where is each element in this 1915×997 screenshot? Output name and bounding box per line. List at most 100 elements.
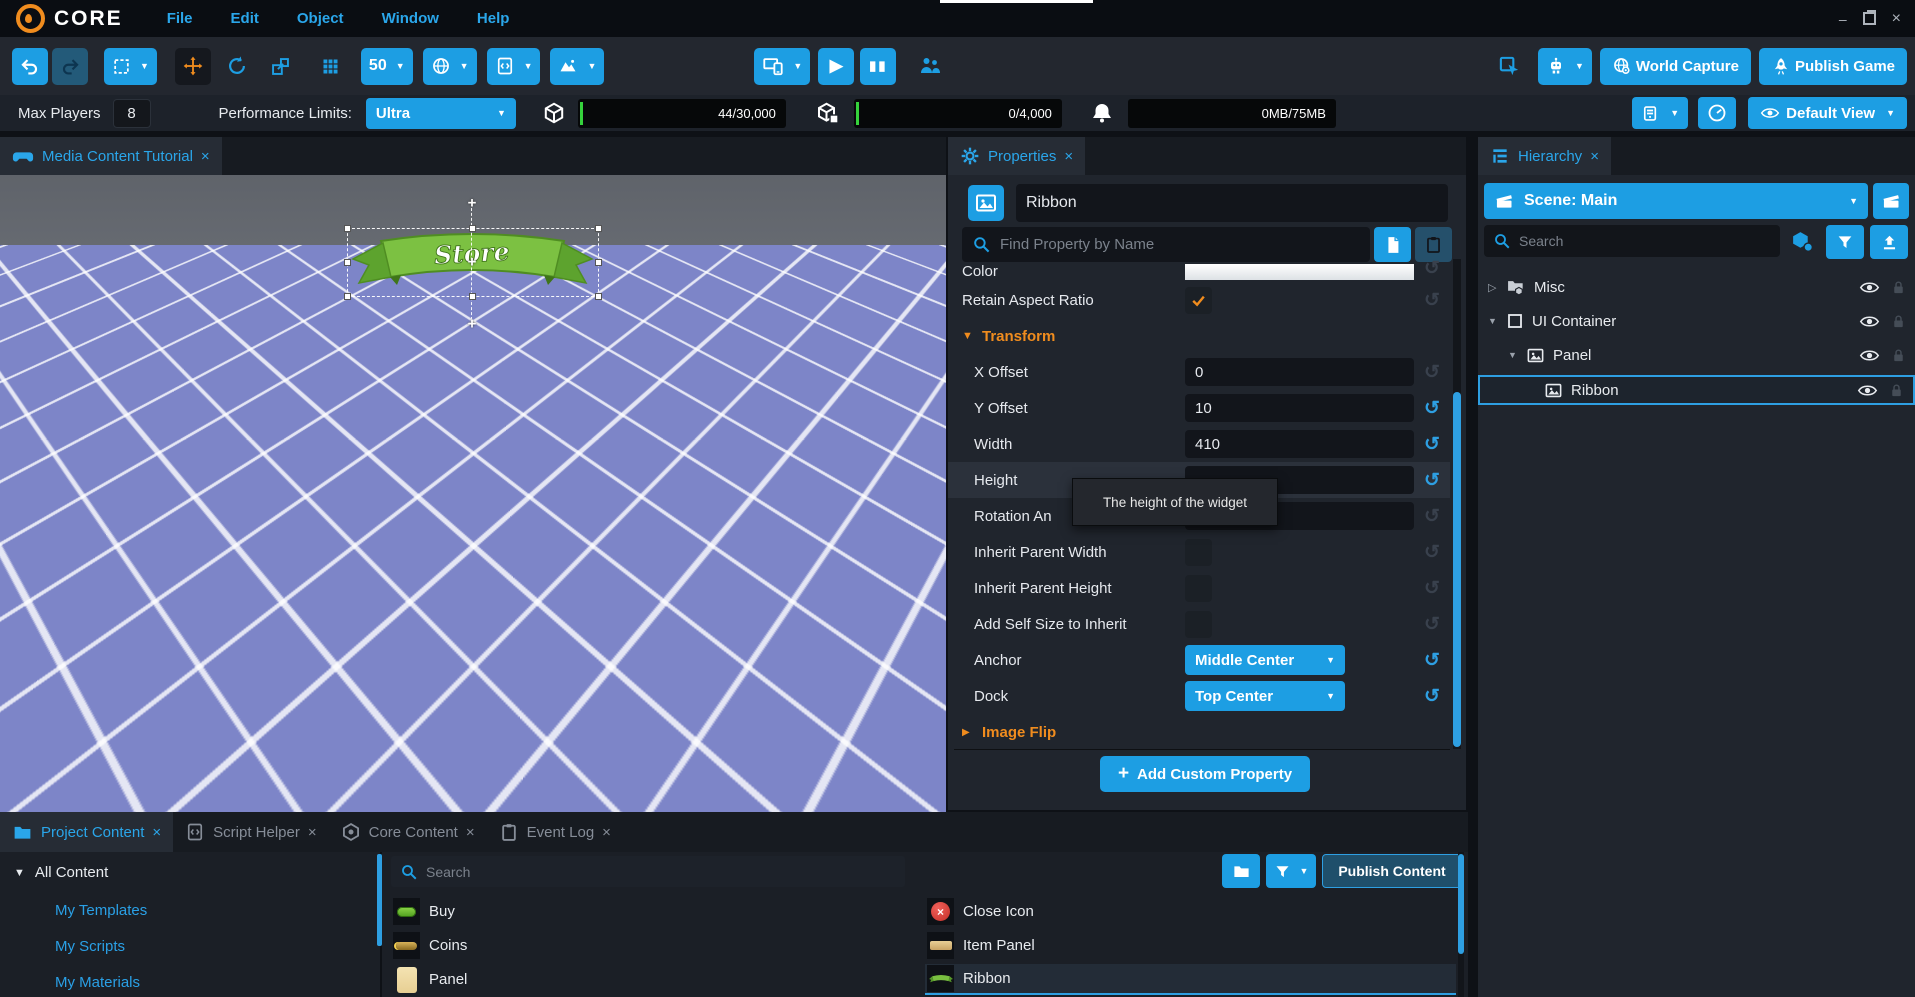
properties-scrollbar-thumb[interactable] <box>1453 392 1461 747</box>
close-tab-icon[interactable]: × <box>308 824 317 841</box>
redo-button[interactable] <box>52 48 88 85</box>
visibility-eye-icon[interactable] <box>1859 277 1880 298</box>
new-folder-button[interactable] <box>1222 854 1260 888</box>
selection-handle[interactable] <box>595 259 602 266</box>
copy-properties-button[interactable] <box>1374 227 1411 262</box>
reset-icon[interactable]: ↺ <box>1414 649 1450 672</box>
bot-dropdown[interactable]: ▼ <box>1538 48 1592 85</box>
content-scrollbar-thumb[interactable] <box>1458 854 1464 954</box>
object-name-field[interactable]: Ribbon <box>1016 184 1448 222</box>
paste-properties-button[interactable] <box>1415 227 1452 262</box>
performance-limits-dropdown[interactable]: Ultra▼ <box>366 98 516 129</box>
visibility-eye-icon[interactable] <box>1857 380 1878 401</box>
close-tab-icon[interactable]: × <box>152 824 161 841</box>
reset-icon[interactable]: ↺ <box>1414 613 1450 636</box>
store-panel-widget[interactable] <box>289 271 659 708</box>
tab-core-content[interactable]: Core Content × <box>329 812 487 852</box>
asset-item-panel[interactable]: Item Panel <box>925 930 1456 961</box>
color-swatch[interactable] <box>1185 264 1414 280</box>
reset-icon[interactable]: ↺ <box>1414 397 1450 420</box>
inherit-parent-height-checkbox[interactable] <box>1185 575 1212 602</box>
tree-my-materials[interactable]: My Materials <box>55 974 140 991</box>
visibility-eye-icon[interactable] <box>1859 345 1880 366</box>
add-self-size-checkbox[interactable] <box>1185 611 1212 638</box>
tree-node-misc[interactable]: ▷ Misc <box>1478 273 1915 301</box>
tab-properties[interactable]: Properties × <box>948 137 1085 175</box>
reset-icon[interactable]: ↺ <box>1414 577 1450 600</box>
multiplayer-preview-mode-dropdown[interactable]: ▼ <box>1632 97 1688 129</box>
menu-edit[interactable]: Edit <box>231 10 259 27</box>
reset-icon[interactable]: ↺ <box>1414 259 1450 280</box>
network-context-icon[interactable] <box>1790 229 1815 254</box>
grid-snap-button[interactable] <box>313 48 349 85</box>
content-filter-dropdown[interactable]: ▼ <box>1266 854 1316 888</box>
selection-handle[interactable] <box>344 293 351 300</box>
close-tab-icon[interactable]: × <box>1064 148 1073 165</box>
asset-coins[interactable]: Coins <box>391 930 921 961</box>
screenshot-mode-button[interactable] <box>1492 48 1528 85</box>
tree-node-ribbon[interactable]: Ribbon <box>1478 375 1915 405</box>
performance-panel-button[interactable] <box>1698 97 1736 129</box>
add-custom-property-button[interactable]: + Add Custom Property <box>1100 756 1310 792</box>
asset-buy[interactable]: Buy <box>391 896 921 927</box>
undo-button[interactable] <box>12 48 48 85</box>
inherit-parent-width-checkbox[interactable] <box>1185 539 1212 566</box>
section-transform[interactable]: ▼ Transform <box>948 318 1450 354</box>
lock-icon[interactable] <box>1890 313 1907 330</box>
close-tab-icon[interactable]: × <box>201 148 210 165</box>
publish-game-button[interactable]: Publish Game <box>1759 48 1907 85</box>
view-mode-dropdown[interactable]: Default View▼ <box>1748 97 1907 129</box>
property-search-input[interactable]: Find Property by Name <box>962 227 1370 262</box>
move-tool-button[interactable] <box>175 48 211 85</box>
scene-selector-dropdown[interactable]: Scene: Main ▼ <box>1484 183 1868 219</box>
world-capture-button[interactable]: World Capture <box>1600 48 1751 85</box>
close-tab-icon[interactable]: × <box>466 824 475 841</box>
lock-icon[interactable] <box>1888 382 1905 399</box>
scale-tool-button[interactable] <box>263 48 299 85</box>
hierarchy-filter-button[interactable] <box>1826 225 1864 259</box>
asset-panel[interactable]: Panel <box>391 964 921 995</box>
retain-aspect-checkbox[interactable] <box>1185 287 1212 314</box>
reset-icon[interactable]: ↺ <box>1414 433 1450 456</box>
menu-help[interactable]: Help <box>477 10 510 27</box>
expander-expanded-icon[interactable]: ▼ <box>1488 316 1502 326</box>
preview-device-dropdown[interactable]: ▼ <box>754 48 810 85</box>
reset-icon[interactable]: ↺ <box>1414 469 1450 492</box>
tab-project-content[interactable]: Project Content × <box>0 812 173 852</box>
section-image-flip[interactable]: ▶ Image Flip <box>948 714 1450 749</box>
tab-event-log[interactable]: Event Log × <box>487 812 623 852</box>
minimize-icon[interactable]: – <box>1839 11 1847 27</box>
tree-scrollbar-thumb[interactable] <box>377 854 382 946</box>
rotate-tool-button[interactable] <box>219 48 255 85</box>
close-tab-icon[interactable]: × <box>602 824 611 841</box>
reset-icon[interactable]: ↺ <box>1414 685 1450 708</box>
width-field[interactable]: 410 <box>1185 430 1414 458</box>
hierarchy-export-button[interactable] <box>1870 225 1908 259</box>
expander-collapsed-icon[interactable]: ▷ <box>1488 281 1502 294</box>
expander-expanded-icon[interactable]: ▼ <box>14 867 25 879</box>
tree-my-scripts[interactable]: My Scripts <box>55 938 125 955</box>
multiplayer-preview-button[interactable] <box>912 48 948 85</box>
reset-icon[interactable]: ↺ <box>1414 361 1450 384</box>
play-button[interactable]: ▶ <box>818 48 854 85</box>
grid-size-dropdown[interactable]: 50▼ <box>361 48 413 85</box>
expander-expanded-icon[interactable]: ▼ <box>1508 350 1522 360</box>
asset-ribbon[interactable]: Ribbon <box>925 964 1456 995</box>
y-offset-field[interactable]: 10 <box>1185 394 1414 422</box>
close-window-icon[interactable]: × <box>1892 10 1901 28</box>
selection-handle[interactable] <box>469 225 476 232</box>
menu-object[interactable]: Object <box>297 10 344 27</box>
tree-node-panel[interactable]: ▼ Panel <box>1478 341 1915 369</box>
selection-handle[interactable] <box>344 225 351 232</box>
tree-my-templates[interactable]: My Templates <box>55 902 147 919</box>
maximize-icon[interactable] <box>1863 12 1876 25</box>
tree-all-content[interactable]: ▼ All Content <box>14 864 108 881</box>
selection-handle[interactable] <box>469 293 476 300</box>
reset-icon[interactable]: ↺ <box>1414 541 1450 564</box>
x-offset-field[interactable]: 0 <box>1185 358 1414 386</box>
publish-content-button[interactable]: Publish Content <box>1322 854 1462 888</box>
select-tool-dropdown[interactable]: ▼ <box>104 48 157 85</box>
terrain-dropdown[interactable]: ▼ <box>550 48 604 85</box>
script-dropdown[interactable]: ▼ <box>487 48 541 85</box>
anchor-dropdown[interactable]: Middle Center▼ <box>1185 645 1345 675</box>
